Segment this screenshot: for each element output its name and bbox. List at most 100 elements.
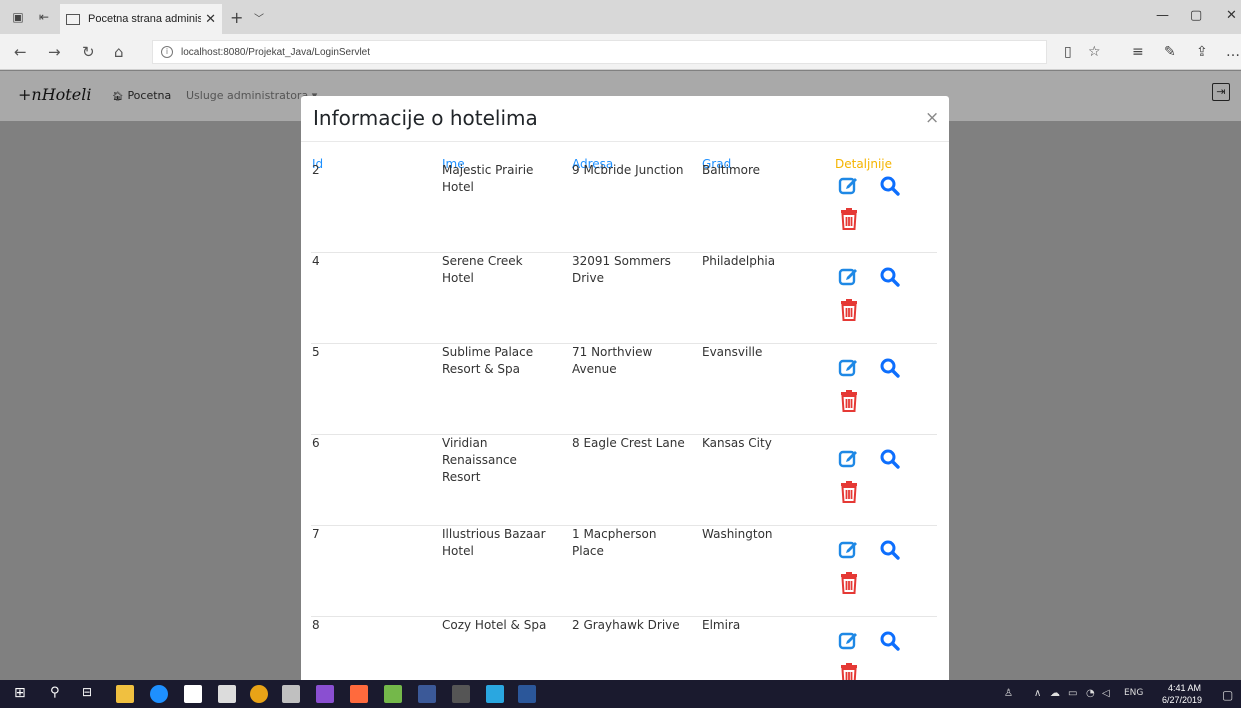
address-toolbar: ← → ↻ ⌂ i localhost:8080/Projekat_Java/L… [0, 34, 1241, 70]
edit-icon[interactable] [838, 266, 860, 288]
file-explorer-icon[interactable] [116, 685, 134, 703]
cell-ime: Illustrious Bazaar Hotel [442, 527, 546, 558]
cell-grad: Washington [702, 527, 773, 541]
cell-id: 7 [312, 527, 320, 541]
table-row: 5 Sublime Palace Resort & Spa 71 Northview… [311, 344, 937, 435]
search-details-icon[interactable] [879, 266, 901, 288]
reading-view-icon[interactable]: ▯ [1064, 44, 1072, 60]
nav-admin-dropdown[interactable]: Usluge administratora ▾ [186, 89, 317, 102]
window-close-icon[interactable]: ✕ [1226, 8, 1237, 23]
logout-icon[interactable]: ⇥ [1212, 83, 1230, 101]
cell-grad: Elmira [702, 618, 741, 632]
share-icon[interactable]: ⇪ [1196, 44, 1208, 60]
cell-ime: Majestic Prairie Hotel [442, 163, 534, 194]
modal-close-button[interactable]: × [925, 108, 939, 128]
cell-ime: Viridian Renaissance Resort [442, 436, 517, 484]
store-icon[interactable] [184, 685, 202, 703]
home-icon[interactable]: ⌂ [114, 43, 124, 61]
nav-home-label: Pocetna [127, 89, 172, 102]
delete-trash-icon[interactable] [838, 207, 860, 231]
address-input[interactable]: i localhost:8080/Projekat_Java/LoginServ… [152, 40, 1047, 64]
cell-adresa: 2 Grayhawk Drive [572, 618, 680, 632]
cell-grad: Evansville [702, 345, 763, 359]
chrome-icon[interactable] [250, 685, 268, 703]
terminal-icon[interactable] [452, 685, 470, 703]
mail-icon[interactable] [218, 685, 236, 703]
minimize-icon[interactable]: — [1156, 8, 1169, 23]
delete-trash-icon[interactable] [838, 662, 860, 680]
refresh-icon[interactable]: ↻ [82, 43, 95, 61]
search-details-icon[interactable] [879, 630, 901, 652]
language-indicator[interactable]: ENG [1124, 688, 1143, 698]
table-row: 4 Serene Creek Hotel 32091 Sommers Drive Ph… [311, 253, 937, 344]
cell-id: 2 [312, 163, 320, 177]
tab-title: Pocetna strana administ [88, 13, 202, 25]
page-icon [66, 13, 80, 25]
cell-id: 8 [312, 618, 320, 632]
eclipse-icon[interactable] [282, 685, 300, 703]
edit-icon[interactable] [838, 357, 860, 379]
cell-adresa: 32091 Sommers Drive [572, 254, 671, 285]
virtualbox-icon[interactable] [418, 685, 436, 703]
new-tab-button[interactable]: + [230, 8, 243, 27]
delete-trash-icon[interactable] [838, 389, 860, 413]
site-info-icon[interactable]: i [161, 46, 173, 58]
edit-icon[interactable] [838, 448, 860, 470]
people-icon[interactable]: ♙ [1004, 688, 1013, 699]
more-icon[interactable]: … [1226, 44, 1240, 60]
notifications-icon[interactable]: ▢ [1222, 688, 1233, 702]
set-aside-tabs-icon[interactable]: ⇤ [36, 9, 52, 25]
wifi-icon[interactable]: ◔ [1086, 688, 1095, 699]
cell-ime: Serene Creek Hotel [442, 254, 523, 285]
cell-adresa: 1 Macpherson Place [572, 527, 657, 558]
cell-grad: Kansas City [702, 436, 772, 450]
nav-home-link[interactable]: 🏠︎ Pocetna [112, 89, 171, 102]
tray-chevron-icon[interactable]: ∧ [1034, 688, 1041, 699]
task-view-icon[interactable]: ⊟ [82, 685, 100, 703]
clock-time[interactable]: 4:41 AM [1168, 683, 1201, 693]
search-details-icon[interactable] [879, 357, 901, 379]
favorites-list-icon[interactable]: ≡ [1132, 44, 1144, 60]
visual-studio-icon[interactable] [316, 685, 334, 703]
cell-grad: Baltimore [702, 163, 761, 177]
maximize-icon[interactable]: ▢ [1190, 8, 1202, 23]
favorite-star-icon[interactable]: ☆ [1088, 44, 1101, 60]
start-windows-icon[interactable]: ⊞ [14, 685, 32, 703]
word-icon[interactable] [518, 685, 536, 703]
home-icon: 🏠︎ [112, 92, 124, 102]
url-text: localhost:8080/Projekat_Java/LoginServle… [181, 46, 371, 58]
cell-adresa: 9 Mcbride Junction [572, 163, 684, 177]
edit-icon[interactable] [838, 630, 860, 652]
xampp-icon[interactable] [350, 685, 368, 703]
edit-icon[interactable] [838, 175, 860, 197]
forward-icon[interactable]: → [48, 43, 61, 61]
search-details-icon[interactable] [879, 448, 901, 470]
brand-logo[interactable]: +nHoteli [18, 85, 91, 104]
cube-app-icon[interactable] [486, 685, 504, 703]
onedrive-icon[interactable]: ☁ [1050, 688, 1060, 699]
edge-browser-icon[interactable] [150, 685, 168, 703]
cell-adresa: 8 Eagle Crest Lane [572, 436, 685, 450]
edit-icon[interactable] [838, 539, 860, 561]
delete-trash-icon[interactable] [838, 480, 860, 504]
search-icon[interactable]: ⚲ [50, 685, 68, 703]
tab-preview-chevron-icon[interactable]: ﹀ [254, 10, 264, 25]
volume-icon[interactable]: ◁ [1102, 688, 1110, 699]
table-row: 2 Majestic Prairie Hotel 9 Mcbride Junctio… [311, 162, 937, 253]
tab-close-icon[interactable]: ✕ [205, 12, 216, 27]
search-details-icon[interactable] [879, 539, 901, 561]
back-icon[interactable]: ← [14, 43, 27, 61]
notes-pen-icon[interactable]: ✎ [1164, 44, 1176, 60]
delete-trash-icon[interactable] [838, 298, 860, 322]
tab-actions-icon[interactable]: ▣ [10, 9, 26, 25]
cell-ime: Cozy Hotel & Spa [442, 618, 547, 632]
cell-grad: Philadelphia [702, 254, 776, 268]
app-icon[interactable] [384, 685, 402, 703]
search-details-icon[interactable] [879, 175, 901, 197]
clock-date[interactable]: 6/27/2019 [1162, 695, 1202, 705]
cell-adresa: 71 Northview Avenue [572, 345, 653, 376]
modal-header: Informacije o hotelima × [301, 96, 949, 142]
browser-tab[interactable]: Pocetna strana administ ✕ [60, 4, 222, 34]
delete-trash-icon[interactable] [838, 571, 860, 595]
battery-icon[interactable]: ▭ [1068, 688, 1077, 699]
